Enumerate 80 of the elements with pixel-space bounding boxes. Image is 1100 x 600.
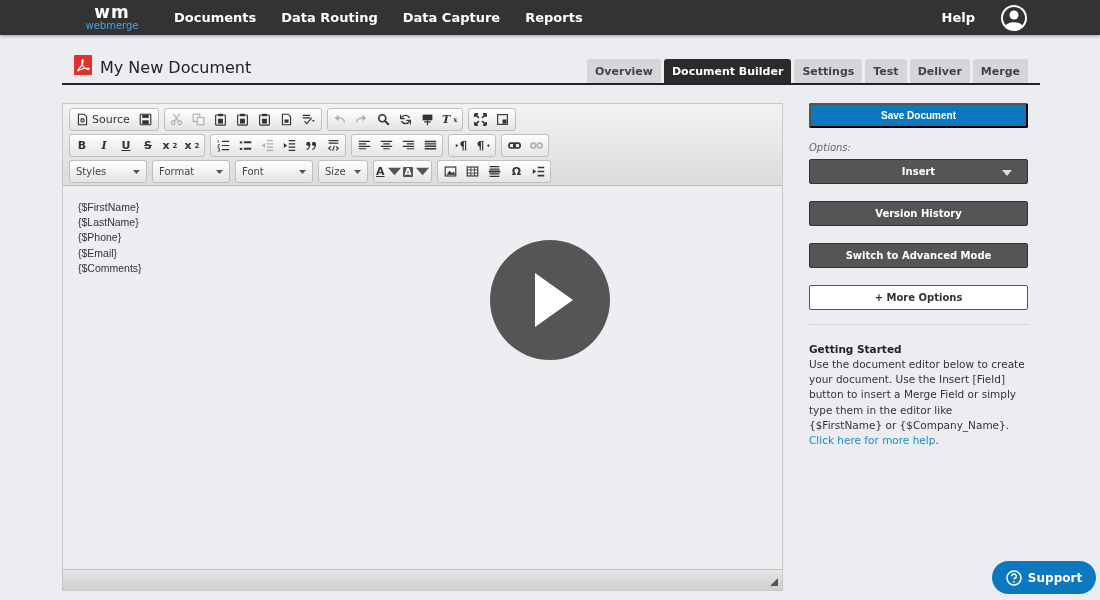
caret-icon: [416, 165, 430, 178]
caret-icon: [1002, 170, 1012, 176]
replace-icon[interactable]: [399, 113, 413, 126]
search-icon[interactable]: [377, 113, 391, 126]
support-button[interactable]: Support: [992, 561, 1096, 594]
logo-mark: wm: [94, 3, 130, 20]
help-link[interactable]: Help: [941, 10, 975, 25]
dropdown[interactable]: Size: [320, 162, 366, 181]
image-icon[interactable]: [444, 165, 457, 178]
clipboard-icon[interactable]: [214, 113, 228, 126]
merge-field-text: {$Email}: [78, 245, 118, 261]
merge-field-text: {$FirstName}: [78, 200, 140, 215]
caret-icon: [387, 165, 401, 178]
align-left-icon[interactable]: [357, 139, 371, 152]
format-button[interactable]: B: [71, 136, 93, 155]
save-button[interactable]: Save Document: [809, 103, 1028, 128]
dropdown[interactable]: Styles: [71, 162, 145, 181]
page-icon[interactable]: [280, 113, 294, 126]
block-icon[interactable]: [421, 113, 435, 126]
window-icon[interactable]: [496, 113, 510, 126]
tag-icon[interactable]: [326, 139, 340, 152]
format-button[interactable]: I: [93, 136, 115, 155]
option-button[interactable]: Version History: [809, 201, 1028, 226]
table-icon[interactable]: [466, 165, 479, 178]
tab[interactable]: Test: [865, 59, 907, 83]
clipboard-icon[interactable]: [258, 113, 272, 126]
help-paragraph: Use the document editor below to create your document. Use the Insert [Field] button to insert a Merge Field or simply type them in the editor like {$FirstName} or {$Company_Name}. Click here for more help.: [809, 357, 1026, 448]
dropdown[interactable]: Font: [237, 162, 311, 181]
bullet-list-icon[interactable]: [238, 139, 252, 152]
help-icon: [1005, 569, 1022, 586]
document-title: My New Document: [100, 58, 253, 77]
caret-icon: [299, 169, 306, 174]
clipboard-icon[interactable]: [236, 113, 250, 126]
merge-field-text: {$Phone}: [78, 230, 122, 246]
caret-icon: [354, 169, 361, 174]
help-heading: Getting Started: [809, 343, 903, 355]
tab[interactable]: Document Builder: [663, 59, 792, 83]
align-right-icon[interactable]: [401, 139, 415, 152]
background-color-button[interactable]: A: [401, 162, 431, 181]
nav-link[interactable]: Documents: [174, 10, 257, 25]
justify-icon[interactable]: [423, 139, 437, 152]
paragraph-left-icon[interactable]: [476, 139, 490, 152]
option-button[interactable]: Switch to Advanced Mode: [809, 243, 1028, 268]
align-center-icon[interactable]: [379, 139, 393, 152]
quote-icon[interactable]: [304, 139, 318, 152]
nav-link[interactable]: Data Routing: [281, 10, 378, 25]
pdf-icon: [74, 55, 92, 75]
nav-link[interactable]: Data Capture: [402, 10, 501, 25]
format-button[interactable]: Ω: [505, 162, 528, 181]
paragraph-right-icon[interactable]: [454, 139, 468, 152]
tab[interactable]: Merge: [972, 59, 1028, 83]
tab[interactable]: Settings: [794, 59, 863, 83]
format-button[interactable]: x$^{2}$: [181, 136, 203, 155]
nav-link[interactable]: Reports: [525, 10, 583, 25]
spellcheck-icon[interactable]: [302, 113, 316, 126]
indent-icon[interactable]: [282, 139, 296, 152]
logo-text: webmerge: [85, 19, 139, 32]
merge-field-text: {$Comments}: [78, 260, 142, 276]
page-break-icon[interactable]: [532, 165, 545, 178]
text-color-button[interactable]: A: [375, 162, 402, 181]
dropdown[interactable]: Format: [154, 162, 228, 181]
link-icon[interactable]: [507, 139, 521, 152]
maximize-icon[interactable]: [474, 113, 488, 126]
caret-icon: [133, 169, 140, 174]
horizontal-rule-icon[interactable]: [488, 165, 501, 178]
more-options-button[interactable]: + More Options: [809, 285, 1028, 310]
insert-dropdown[interactable]: Insert: [809, 159, 1028, 184]
tab[interactable]: Deliver: [909, 59, 970, 83]
save-icon[interactable]: [139, 113, 153, 126]
play-button[interactable]: [490, 240, 610, 360]
numbered-list-icon[interactable]: [216, 139, 230, 152]
format-button[interactable]: S: [137, 136, 159, 155]
options-label: Options:: [809, 142, 852, 153]
document-icon: [76, 113, 89, 126]
format-button[interactable]: U: [115, 136, 137, 155]
resize-handle-icon[interactable]: [770, 578, 778, 586]
avatar-icon[interactable]: [1000, 3, 1028, 32]
tab[interactable]: Overview: [587, 59, 661, 83]
caret-icon: [216, 169, 223, 174]
merge-field-text: {$LastName}: [78, 215, 139, 231]
